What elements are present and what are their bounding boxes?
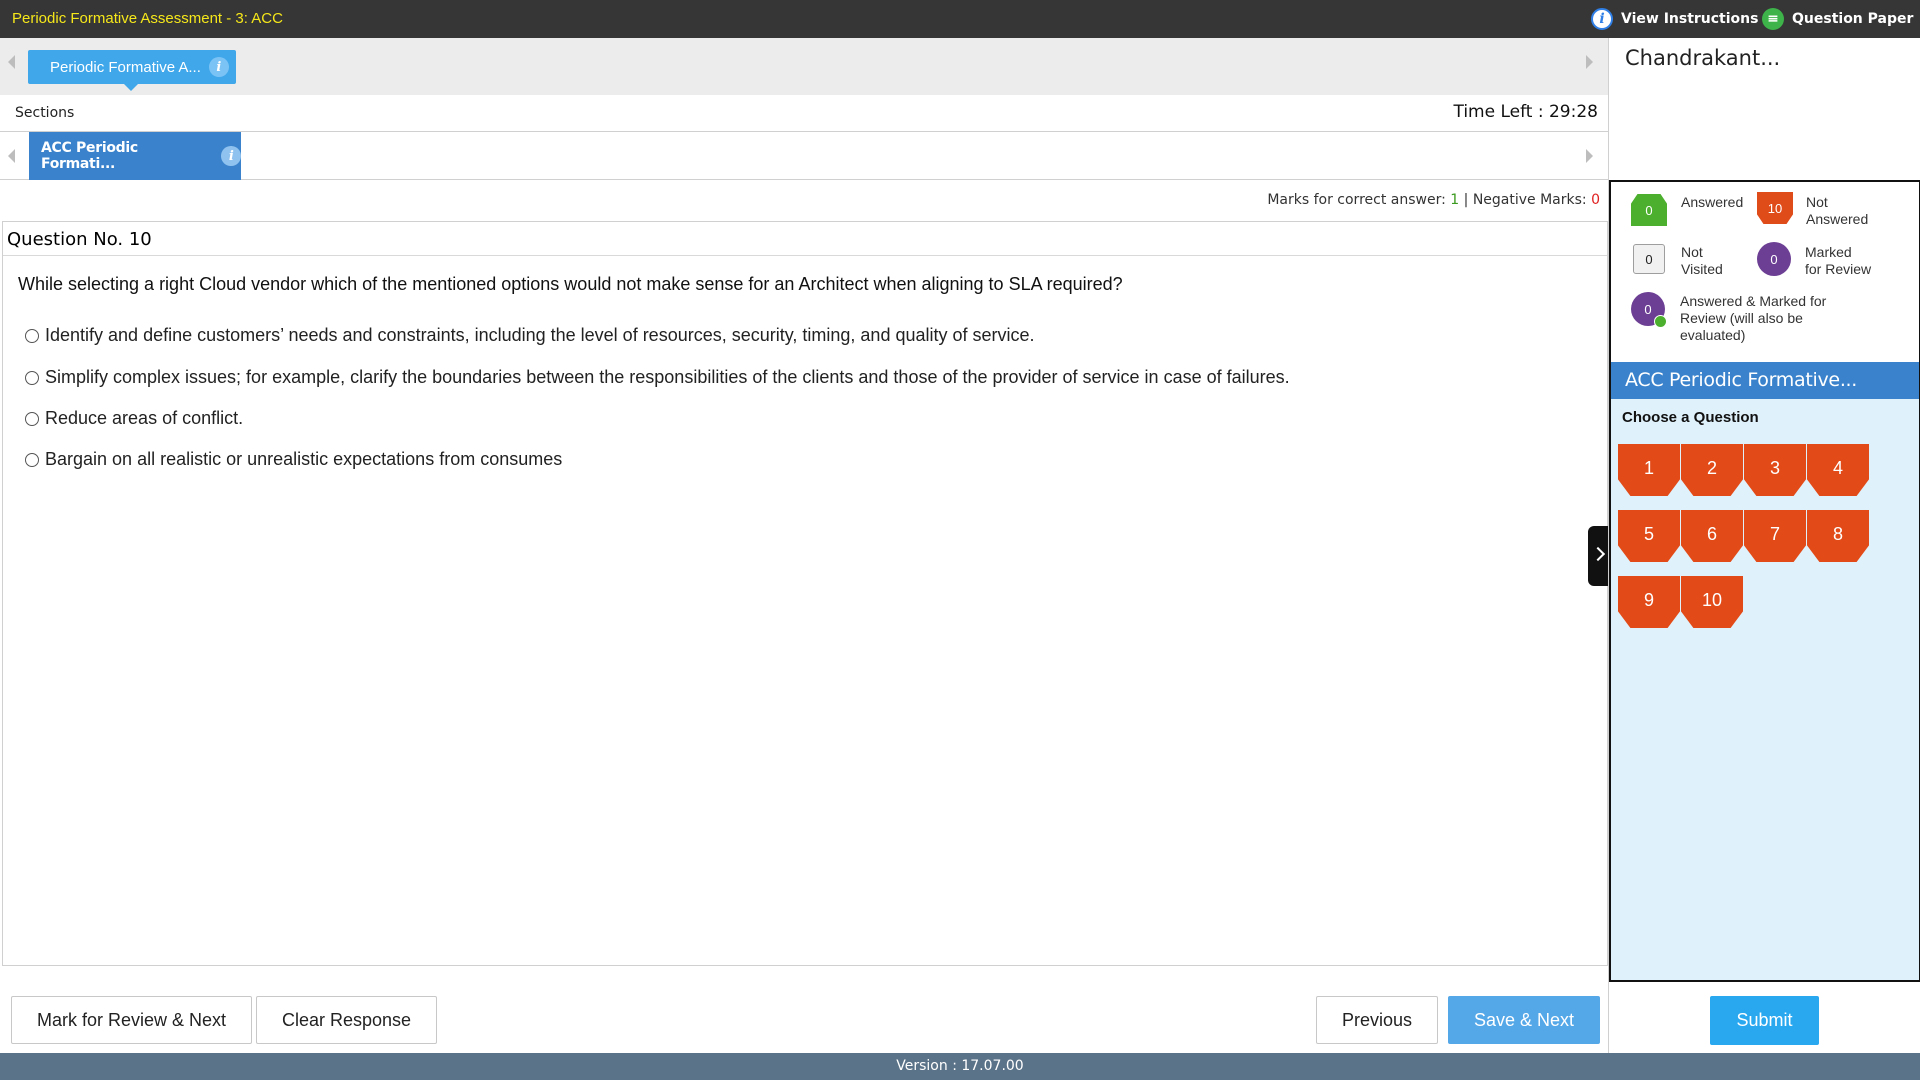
assessment-tab-row: Periodic Formative A... i <box>0 38 1608 95</box>
choose-question-label: Choose a Question <box>1622 409 1759 426</box>
view-instructions-label: View Instructions <box>1621 11 1759 27</box>
submit-area: Submit <box>1609 982 1920 1053</box>
time-left: Time Left : 29:28 <box>1453 102 1598 122</box>
question-button-1[interactable]: 1 <box>1618 444 1680 496</box>
document-icon: ≡ <box>1762 8 1784 30</box>
marked-label-line2: for Review <box>1805 261 1872 277</box>
action-bar: Mark for Review & Next Clear Response Pr… <box>0 985 1608 1053</box>
question-button-5[interactable]: 5 <box>1618 510 1680 562</box>
option-4[interactable]: Bargain on all realistic or unrealistic … <box>25 449 562 470</box>
save-next-button[interactable]: Save & Next <box>1448 996 1600 1044</box>
option-2[interactable]: Simplify complex issues; for example, cl… <box>25 367 1290 388</box>
scroll-left-arrow-icon[interactable] <box>8 55 15 69</box>
question-button-2[interactable]: 2 <box>1681 444 1743 496</box>
radio-button[interactable] <box>25 411 39 426</box>
assessment-tab[interactable]: Periodic Formative A... i <box>28 50 236 91</box>
question-button-9[interactable]: 9 <box>1618 576 1680 628</box>
mark-review-next-button[interactable]: Mark for Review & Next <box>11 996 252 1044</box>
question-palette: Choose a Question 1 2 3 4 5 6 7 8 9 10 <box>1611 399 1919 980</box>
question-area: Question No. 10 While selecting a right … <box>2 221 1608 966</box>
info-icon[interactable]: i <box>221 146 241 166</box>
exam-title: Periodic Formative Assessment - 3: ACC <box>12 10 283 27</box>
option-label: Identify and define customers’ needs and… <box>45 325 1035 345</box>
candidate-name: Chandrakant... <box>1625 46 1781 70</box>
marked-review-badge: 0 <box>1757 242 1791 276</box>
not-visited-label-line2: Visited <box>1681 261 1723 277</box>
option-3[interactable]: Reduce areas of conflict. <box>25 408 243 429</box>
not-visited-label: Not Visited <box>1681 244 1723 278</box>
answered-badge: 0 <box>1631 194 1667 226</box>
sections-header: Sections Time Left : 29:28 <box>0 95 1608 132</box>
question-number: Question No. 10 <box>7 229 152 250</box>
not-answered-badge: 10 <box>1757 192 1793 224</box>
question-paper-label: Question Paper <box>1792 11 1914 27</box>
radio-button[interactable] <box>25 328 39 343</box>
answered-marked-label: Answered & Marked for Review (will also … <box>1680 293 1826 344</box>
version-footer: Version : 17.07.00 <box>0 1053 1920 1080</box>
scroll-right-arrow-icon[interactable] <box>1586 55 1593 69</box>
palette-section-title: ACC Periodic Formative... <box>1611 362 1919 399</box>
marks-separator: | <box>1463 192 1469 208</box>
clear-response-button[interactable]: Clear Response <box>256 996 437 1044</box>
right-panel: Chandrakant... 0 Answered 10 Not Answere… <box>1608 38 1920 1053</box>
not-answered-label-line1: Not <box>1806 194 1828 210</box>
previous-button[interactable]: Previous <box>1316 996 1438 1044</box>
radio-button[interactable] <box>25 452 39 467</box>
question-number-bar: Question No. 10 <box>3 222 1607 256</box>
option-label: Bargain on all realistic or unrealistic … <box>45 449 563 469</box>
info-icon[interactable]: i <box>208 57 229 77</box>
question-button-4[interactable]: 4 <box>1807 444 1869 496</box>
not-answered-label-line2: Answered <box>1806 211 1869 227</box>
question-text: While selecting a right Cloud vendor whi… <box>18 274 1123 294</box>
answered-marked-line1: Answered & Marked for <box>1680 293 1827 309</box>
negative-marks-label: Negative Marks: <box>1472 192 1587 208</box>
assessment-tab-label: Periodic Formative A... <box>50 58 201 76</box>
not-visited-badge: 0 <box>1633 244 1665 274</box>
check-icon <box>1654 315 1667 328</box>
scroll-left-arrow-icon[interactable] <box>8 149 15 163</box>
answered-label: Answered <box>1681 194 1744 210</box>
not-answered-label: Not Answered <box>1806 194 1868 228</box>
question-button-10[interactable]: 10 <box>1681 576 1743 628</box>
section-tab-row: ACC Periodic Formati... i <box>0 132 1608 180</box>
marks-info: Marks for correct answer: 1 | Negative M… <box>0 181 1608 221</box>
not-visited-label-line1: Not <box>1681 244 1703 260</box>
top-bar: Periodic Formative Assessment - 3: ACC i… <box>0 0 1920 38</box>
info-icon: i <box>1591 8 1613 30</box>
section-tab-label: ACC Periodic Formati... <box>41 140 138 172</box>
scroll-right-arrow-icon[interactable] <box>1586 149 1593 163</box>
user-info: Chandrakant... <box>1609 38 1920 180</box>
question-button-8[interactable]: 8 <box>1807 510 1869 562</box>
question-paper-link[interactable]: ≡ Question Paper <box>1762 8 1913 30</box>
sections-label: Sections <box>15 105 75 121</box>
answered-marked-badge: 0 <box>1631 292 1667 328</box>
marked-label-line1: Marked <box>1805 244 1852 260</box>
marks-text: Marks for correct answer: 1 | Negative M… <box>1267 192 1600 208</box>
option-label: Reduce areas of conflict. <box>45 408 244 428</box>
question-button-6[interactable]: 6 <box>1681 510 1743 562</box>
submit-button[interactable]: Submit <box>1710 996 1819 1045</box>
collapse-panel-handle[interactable] <box>1588 526 1608 586</box>
section-tab[interactable]: ACC Periodic Formati... i <box>29 132 241 180</box>
marked-review-label: Marked for Review <box>1805 244 1871 278</box>
view-instructions-link[interactable]: i View Instructions <box>1591 8 1758 30</box>
option-1[interactable]: Identify and define customers’ needs and… <box>25 325 1035 346</box>
status-palette-box: 0 Answered 10 Not Answered 0 Not Visited… <box>1609 180 1920 982</box>
answered-marked-line3: evaluated) <box>1680 327 1746 343</box>
answered-marked-line2: Review (will also be <box>1680 310 1803 326</box>
question-button-7[interactable]: 7 <box>1744 510 1806 562</box>
answered-marked-count: 0 <box>1644 301 1652 317</box>
status-legend: 0 Answered 10 Not Answered 0 Not Visited… <box>1611 182 1919 362</box>
radio-button[interactable] <box>25 370 39 385</box>
correct-marks-label: Marks for correct answer: <box>1267 192 1446 208</box>
option-label: Simplify complex issues; for example, cl… <box>45 367 1290 387</box>
question-button-3[interactable]: 3 <box>1744 444 1806 496</box>
correct-marks-value: 1 <box>1450 192 1460 208</box>
negative-marks-value: 0 <box>1591 192 1600 208</box>
